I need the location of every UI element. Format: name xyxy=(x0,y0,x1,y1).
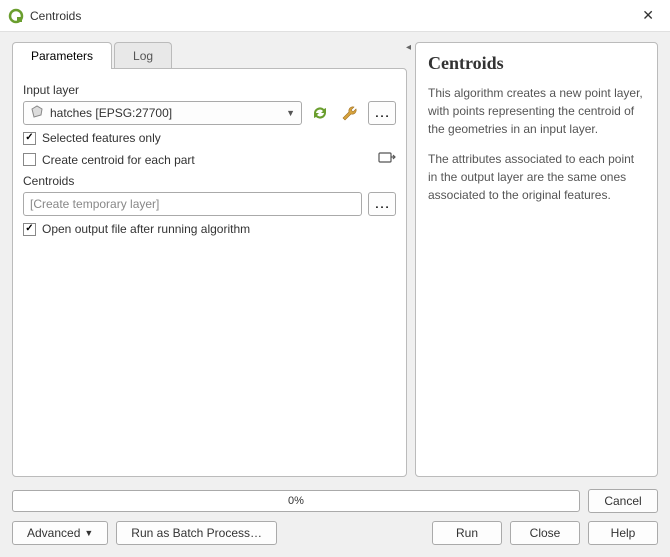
help-button[interactable]: Help xyxy=(588,521,658,545)
qgis-icon xyxy=(8,8,24,24)
help-paragraph-2: The attributes associated to each point … xyxy=(428,150,645,204)
bottom-bar: 0% Cancel Advanced ▼ Run as Batch Proces… xyxy=(0,483,670,557)
open-after-label: Open output file after running algorithm xyxy=(42,222,250,236)
input-layer-browse-button[interactable]: … xyxy=(368,101,396,125)
each-part-label: Create centroid for each part xyxy=(42,153,195,167)
input-layer-value: hatches [EPSG:27700] xyxy=(50,106,282,120)
content-area: ◂ Parameters Log Input layer hatches [EP… xyxy=(0,32,670,483)
progress-bar: 0% xyxy=(12,490,580,512)
tab-log[interactable]: Log xyxy=(114,42,172,69)
output-placeholder: [Create temporary layer] xyxy=(30,197,159,211)
tab-bar: Parameters Log xyxy=(12,42,407,69)
help-paragraph-1: This algorithm creates a new point layer… xyxy=(428,84,645,138)
chevron-down-icon: ▼ xyxy=(286,108,295,118)
iterate-over-icon[interactable] xyxy=(378,151,396,168)
wrench-icon xyxy=(340,104,360,122)
titlebar: Centroids ✕ xyxy=(0,0,670,32)
polygon-layer-icon xyxy=(30,105,44,122)
close-button[interactable]: Close xyxy=(510,521,580,545)
parameters-panel: Input layer hatches [EPSG:27700] ▼ xyxy=(12,68,407,477)
left-pane: ◂ Parameters Log Input layer hatches [EP… xyxy=(12,42,407,477)
close-icon[interactable]: ✕ xyxy=(634,3,662,28)
input-layer-label: Input layer xyxy=(23,83,396,97)
output-input[interactable]: [Create temporary layer] xyxy=(23,192,362,216)
output-label: Centroids xyxy=(23,174,396,188)
chevron-down-icon: ▼ xyxy=(84,528,93,538)
refresh-icon xyxy=(310,104,330,122)
input-layer-select[interactable]: hatches [EPSG:27700] ▼ xyxy=(23,101,302,125)
iterate-button[interactable] xyxy=(308,101,332,125)
window-title: Centroids xyxy=(30,9,634,23)
advanced-options-button[interactable] xyxy=(338,101,362,125)
cancel-button[interactable]: Cancel xyxy=(588,489,658,513)
selected-only-label: Selected features only xyxy=(42,131,161,145)
help-title: Centroids xyxy=(428,53,645,74)
progress-text: 0% xyxy=(288,495,304,507)
advanced-button[interactable]: Advanced ▼ xyxy=(12,521,108,545)
dialog-window: Centroids ✕ ◂ Parameters Log Input layer… xyxy=(0,0,670,557)
batch-button[interactable]: Run as Batch Process… xyxy=(116,521,277,545)
dots-icon: … xyxy=(374,104,390,122)
advanced-label: Advanced xyxy=(27,526,80,540)
collapse-handle-icon[interactable]: ◂ xyxy=(406,42,411,53)
open-after-checkbox[interactable] xyxy=(23,223,36,236)
help-pane: Centroids This algorithm creates a new p… xyxy=(415,42,658,477)
each-part-checkbox[interactable] xyxy=(23,153,36,166)
dots-icon: … xyxy=(374,195,390,213)
selected-only-checkbox[interactable] xyxy=(23,132,36,145)
run-button[interactable]: Run xyxy=(432,521,502,545)
output-browse-button[interactable]: … xyxy=(368,192,396,216)
tab-parameters[interactable]: Parameters xyxy=(12,42,112,69)
